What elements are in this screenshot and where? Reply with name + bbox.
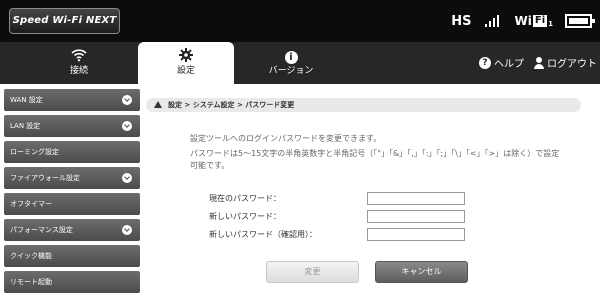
sidebar-item-quick[interactable]: クイック機能: [4, 245, 140, 267]
wifi-sub: 1: [548, 20, 553, 28]
current-password-label: 現在のパスワード：: [209, 194, 281, 203]
current-password-input[interactable]: [367, 192, 465, 205]
battery-icon: [565, 14, 595, 28]
help-icon[interactable]: ?: [479, 56, 491, 69]
wifi-status-icon: Wi Fi 1: [515, 14, 554, 28]
change-button[interactable]: 変更: [266, 261, 359, 283]
chevron-down-icon[interactable]: [122, 173, 132, 183]
sidebar-item-lan[interactable]: LAN 設定: [4, 115, 140, 137]
nav-links: ? ヘルプ ログアウト: [479, 55, 597, 70]
sidebar-item-firewall[interactable]: ファイアウォール設定: [4, 167, 140, 189]
cancel-button[interactable]: キャンセル: [375, 261, 468, 283]
logout-link[interactable]: ログアウト: [547, 55, 597, 70]
tab-settings-label: 設定: [176, 66, 195, 76]
description-text: 設定ツールへのログインパスワードを変更できます。: [190, 134, 382, 143]
sidebar-item-performance[interactable]: パフォーマンス設定: [4, 219, 140, 241]
wifi-icon: [20, 42, 138, 64]
tab-connection-label: 接続: [69, 66, 88, 76]
chevron-down-icon[interactable]: [122, 225, 132, 235]
sidebar-item-label: LAN 設定: [10, 122, 41, 130]
confirm-password-input[interactable]: [367, 228, 465, 241]
chevron-down-icon[interactable]: [122, 95, 132, 105]
sidebar-item-label: WAN 設定: [10, 96, 43, 104]
tab-version-label: バージョン: [268, 66, 314, 76]
sidebar-item-label: リモート起動: [10, 278, 52, 286]
sidebar-item-label: オフタイマー: [10, 200, 52, 208]
wifi-text: Wi: [514, 14, 532, 28]
sidebar-item-label: ファイアウォール設定: [10, 174, 80, 182]
info-icon: i: [246, 42, 336, 64]
sidebar-item-wan[interactable]: WAN 設定: [4, 89, 140, 111]
breadcrumb-text: 設定 > システム設定 > パスワード変更: [168, 101, 295, 109]
sidebar-item-off-timer[interactable]: オフタイマー: [4, 193, 140, 215]
sidebar-menu: WAN 設定 LAN 設定 ローミング設定 ファイアウォール設定 オフタイマー …: [4, 89, 140, 297]
gear-icon: [138, 42, 234, 64]
signal-strength-icon: [484, 15, 501, 27]
status-area: HS Wi Fi 1: [451, 11, 600, 31]
tab-settings[interactable]: 設定: [138, 42, 234, 84]
chevron-down-icon[interactable]: [122, 121, 132, 131]
sidebar-item-remote-boot[interactable]: リモート起動: [4, 271, 140, 293]
tab-connection[interactable]: 接続: [20, 42, 138, 84]
tab-version[interactable]: i バージョン: [246, 42, 336, 84]
password-rules-text: パスワードは5～15文字の半角英数字と半角記号（「"」「&」「,」「:」「;」「…: [190, 149, 560, 170]
wifi-box: Fi: [532, 15, 548, 27]
sidebar-item-label: パフォーマンス設定: [10, 226, 73, 234]
nav-bar: 接続 設定 i バージョン ? ヘルプ ログアウト: [0, 42, 600, 84]
brand-logo: Speed Wi-Fi NEXT: [9, 8, 120, 34]
warning-icon: [154, 101, 162, 108]
sidebar-item-label: ローミング設定: [10, 148, 59, 156]
breadcrumb: 設定 > システム設定 > パスワード変更: [146, 98, 581, 112]
confirm-password-label: 新しいパスワード（確認用）：: [209, 230, 317, 239]
sidebar-item-roaming[interactable]: ローミング設定: [4, 141, 140, 163]
help-link[interactable]: ヘルプ: [494, 55, 524, 70]
new-password-label: 新しいパスワード：: [209, 212, 281, 221]
sidebar-item-label: クイック機能: [10, 252, 52, 260]
top-bar: Speed Wi-Fi NEXT HS Wi Fi 1: [0, 0, 600, 42]
new-password-input[interactable]: [367, 210, 465, 223]
user-icon[interactable]: [534, 56, 544, 69]
mode-indicator: HS: [451, 13, 472, 29]
